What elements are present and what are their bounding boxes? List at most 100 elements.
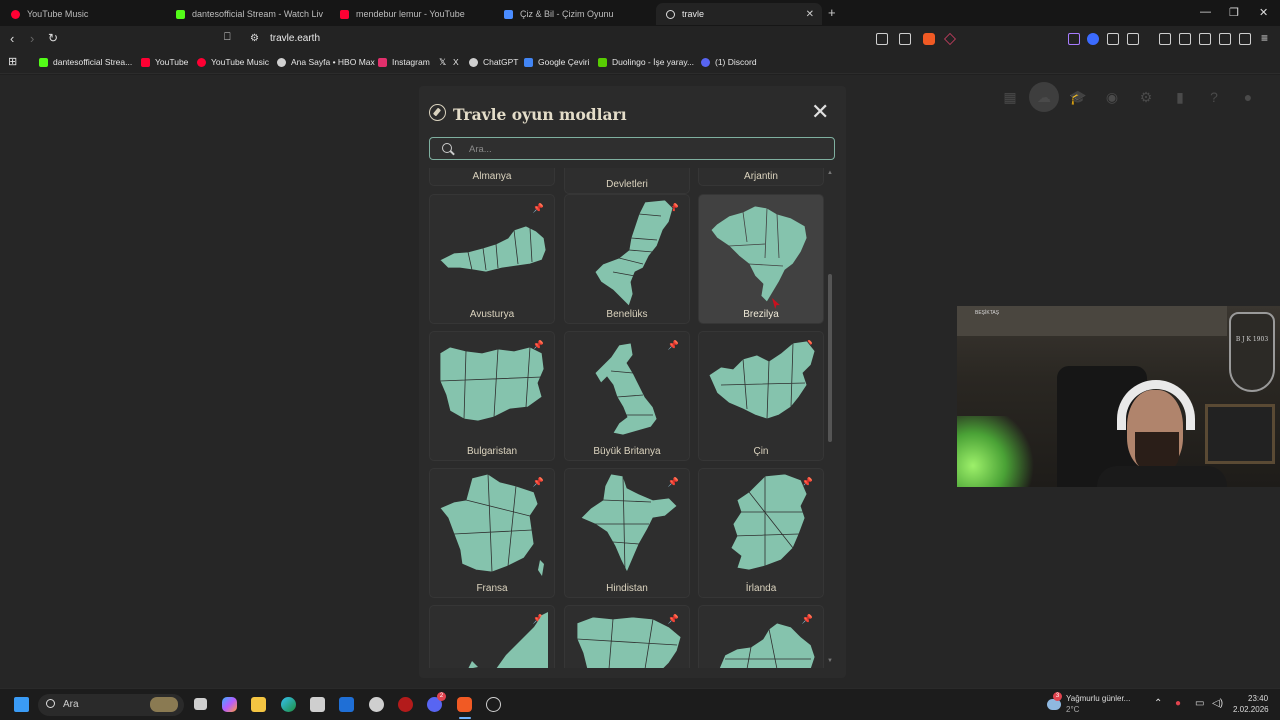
settings-icon[interactable]: ⚙ [1136, 87, 1156, 107]
app-icon[interactable] [486, 697, 501, 712]
mode-card-hindistan[interactable]: 📌 Hindistan [564, 468, 690, 598]
mode-card-brezilya[interactable]: Brezilya [698, 194, 824, 324]
site-settings-icon[interactable]: ⚙ [250, 33, 259, 44]
vpn-icon[interactable] [1239, 33, 1251, 45]
mode-card-partial[interactable]: 📌 [564, 605, 690, 668]
edge-icon[interactable] [281, 697, 296, 712]
bookmark-label: (1) Discord [715, 57, 757, 67]
taskbar-search-label: Ara [63, 699, 79, 710]
bookmark-youtube-music[interactable]: YouTube Music [197, 57, 269, 67]
mode-card-benelux[interactable]: 📌 Benelüks [564, 194, 690, 324]
steam-icon[interactable] [369, 697, 384, 712]
bookmark-hbo-max[interactable]: Ana Sayfa • HBO Max [277, 57, 375, 67]
clock-time[interactable]: 23:40 [1248, 694, 1268, 703]
grid-scrollbar[interactable]: ▲ ▼ [827, 168, 833, 668]
close-modal-button[interactable]: ✕ [811, 101, 829, 123]
apps-grid-icon[interactable]: ⊞ [8, 55, 17, 68]
url-field[interactable]: travle.earth [270, 33, 320, 44]
graduation-cap-icon[interactable]: 🎓 [1068, 87, 1088, 107]
game-modes-icon[interactable]: ☁ [1029, 82, 1059, 112]
scroll-up-arrow-icon[interactable]: ▲ [827, 170, 833, 176]
new-tab-button[interactable]: + [828, 5, 836, 20]
bookmark-google-translate[interactable]: Google Çeviri [524, 57, 590, 67]
close-tab-icon[interactable]: ✕ [806, 9, 814, 20]
reload-button[interactable]: ↻ [48, 31, 58, 45]
mode-card-avusturya[interactable]: 📌 Avusturya [429, 194, 555, 324]
forward-button[interactable]: › [30, 31, 34, 46]
bookmark-icon[interactable]: ⎕ [224, 31, 231, 44]
cast-icon[interactable] [876, 33, 888, 45]
extension-badge-icon[interactable] [1087, 33, 1099, 45]
gamepad-icon[interactable]: ◉ [1102, 87, 1122, 107]
screenshot-icon[interactable] [1127, 33, 1139, 45]
tab-youtube[interactable]: mendebur lemur - YouTube [338, 3, 498, 25]
bookmarks-bar: ⊞ dantesofficial Strea... YouTube YouTub… [0, 53, 1280, 74]
mode-card-partial[interactable]: 📌 [429, 605, 555, 668]
bookmark-x[interactable]: 𝕏X [439, 57, 459, 67]
mode-card-partial[interactable]: Arjantin [698, 168, 824, 186]
bookmark-duolingo[interactable]: Duolingo - İşe yaray... [598, 57, 694, 67]
clock-date[interactable]: 2.02.2026 [1233, 705, 1269, 714]
task-view-icon[interactable] [194, 698, 207, 710]
mode-label: İrlanda [745, 583, 777, 594]
wallet-icon[interactable] [1199, 33, 1211, 45]
store-icon[interactable] [310, 697, 325, 712]
volume-icon[interactable]: ◁) [1212, 698, 1223, 709]
bookmark-youtube[interactable]: YouTube [141, 57, 188, 67]
profile-icon[interactable]: ● [1238, 87, 1258, 107]
extensions-puzzle-icon[interactable] [1107, 33, 1119, 45]
tab-travle[interactable]: travle ✕ [656, 3, 822, 25]
mode-card-cin[interactable]: 📌 Çin [698, 331, 824, 461]
south-america-map [718, 622, 816, 668]
bookmark-label: Google Çeviri [538, 57, 590, 67]
brave-icon[interactable] [457, 697, 472, 712]
mode-label: Brezilya [743, 309, 779, 320]
file-explorer-icon[interactable] [251, 697, 266, 712]
tab-ciz-bil[interactable]: Çiz & Bil - Çizim Oyunu [502, 3, 662, 25]
mode-card-buyuk-britanya[interactable]: 📌 Büyük Britanya [564, 331, 690, 461]
menu-icon[interactable]: ≡ [1261, 31, 1268, 45]
brave-shield-icon[interactable] [923, 33, 935, 45]
help-icon[interactable]: ? [1204, 87, 1224, 107]
tab-kick-stream[interactable]: dantesofficial Stream - Watch Liv [174, 3, 324, 25]
brave-rewards-icon[interactable] [944, 33, 956, 45]
mode-card-partial[interactable]: 📌 [698, 605, 824, 668]
bjk-crest [1229, 312, 1275, 392]
mail-icon[interactable] [339, 697, 354, 712]
bookmark-discord[interactable]: (1) Discord [701, 57, 757, 67]
extension-pen-icon[interactable] [1068, 33, 1080, 45]
display-icon[interactable]: ▭ [1195, 698, 1204, 709]
tab-youtube-music[interactable]: YouTube Music [8, 3, 168, 25]
bookmark-label: Ana Sayfa • HBO Max [291, 57, 375, 67]
brazil-map [710, 205, 808, 303]
microphone-icon[interactable]: ● [1175, 698, 1181, 709]
leo-ai-icon[interactable] [1219, 33, 1231, 45]
windows-start-icon[interactable] [14, 697, 29, 712]
music-icon[interactable] [1159, 33, 1171, 45]
minimize-button[interactable]: — [1200, 6, 1211, 18]
back-button[interactable]: ‹ [10, 31, 14, 46]
tray-chevron-icon[interactable]: ⌃ [1154, 698, 1162, 709]
gaming-app-icon[interactable] [398, 697, 413, 712]
calendar-icon[interactable]: ▦ [1000, 87, 1020, 107]
scroll-down-arrow-icon[interactable]: ▼ [827, 658, 833, 664]
copilot-icon[interactable] [222, 697, 237, 712]
search-input[interactable] [469, 141, 819, 157]
bookmark-instagram[interactable]: Instagram [378, 57, 430, 67]
mode-card-partial[interactable]: Almanya [429, 168, 555, 186]
close-window-button[interactable]: ✕ [1259, 6, 1268, 19]
stats-icon[interactable]: ▮ [1170, 87, 1190, 107]
maximize-button[interactable]: ❐ [1229, 6, 1239, 19]
taskbar-search[interactable]: Ara [38, 694, 184, 716]
bookmark-chatgpt[interactable]: ChatGPT [469, 57, 518, 67]
scrollbar-thumb[interactable] [828, 274, 832, 442]
mode-card-fransa[interactable]: 📌 Fransa [429, 468, 555, 598]
mode-card-bulgaristan[interactable]: 📌 Bulgaristan [429, 331, 555, 461]
mode-card-partial[interactable]: Devletleri [564, 168, 690, 194]
youtube-music-icon [11, 9, 20, 19]
share-icon[interactable] [899, 33, 911, 45]
sidebar-icon[interactable] [1179, 33, 1191, 45]
mode-card-irlanda[interactable]: 📌 İrlanda [698, 468, 824, 598]
weather-text[interactable]: Yağmurlu günler... [1066, 694, 1130, 703]
bookmark-kick[interactable]: dantesofficial Strea... [39, 57, 132, 67]
